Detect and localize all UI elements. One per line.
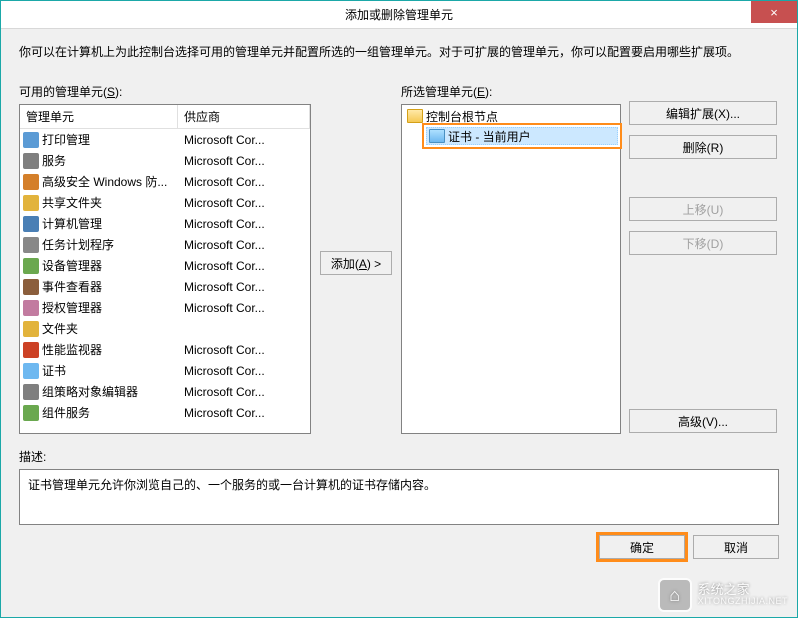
list-item-vendor: Microsoft Cor... <box>178 154 310 168</box>
list-item[interactable]: 服务Microsoft Cor... <box>20 150 310 171</box>
event-icon <box>23 279 39 295</box>
description-box: 证书管理单元允许你浏览自己的、一个服务的或一台计算机的证书存储内容。 <box>19 469 779 525</box>
list-item-name: 任务计划程序 <box>42 236 178 253</box>
list-item-name: 授权管理器 <box>42 299 178 316</box>
gpo-icon <box>23 384 39 400</box>
middle-column: 添加(A) > <box>319 83 393 275</box>
list-item-vendor: Microsoft Cor... <box>178 364 310 378</box>
description-section: 描述: 证书管理单元允许你浏览自己的、一个服务的或一台计算机的证书存储内容。 <box>19 448 779 525</box>
printer-icon <box>23 132 39 148</box>
header-vendor[interactable]: 供应商 <box>178 105 310 128</box>
list-item-vendor: Microsoft Cor... <box>178 196 310 210</box>
instruction-text: 你可以在计算机上为此控制台选择可用的管理单元并配置所选的一组管理单元。对于可扩展… <box>19 43 779 61</box>
titlebar: 添加或删除管理单元 × <box>1 1 797 29</box>
close-icon: × <box>770 5 778 20</box>
list-item[interactable]: 授权管理器Microsoft Cor... <box>20 297 310 318</box>
list-item-vendor: Microsoft Cor... <box>178 280 310 294</box>
perf-icon <box>23 342 39 358</box>
folder-icon <box>23 321 39 337</box>
folder-icon <box>407 109 423 123</box>
list-item-name: 事件查看器 <box>42 278 178 295</box>
add-button[interactable]: 添加(A) > <box>320 251 392 275</box>
list-item[interactable]: 组件服务Microsoft Cor... <box>20 402 310 423</box>
gear-icon <box>23 153 39 169</box>
window-title: 添加或删除管理单元 <box>1 6 797 23</box>
list-item[interactable]: 组策略对象编辑器Microsoft Cor... <box>20 381 310 402</box>
list-item-vendor: Microsoft Cor... <box>178 385 310 399</box>
list-item[interactable]: 设备管理器Microsoft Cor... <box>20 255 310 276</box>
close-button[interactable]: × <box>751 1 797 23</box>
list-item[interactable]: 证书Microsoft Cor... <box>20 360 310 381</box>
cert-icon <box>23 363 39 379</box>
auth-icon <box>23 300 39 316</box>
folder-share-icon <box>23 195 39 211</box>
list-item-name: 组件服务 <box>42 404 178 421</box>
selected-snapins-panel: 所选管理单元(E): 控制台根节点 证书 - 当前用户 <box>401 83 621 434</box>
main-area: 可用的管理单元(S): 管理单元 供应商 打印管理Microsoft Cor..… <box>19 83 779 434</box>
move-down-button[interactable]: 下移(D) <box>629 231 777 255</box>
advanced-button[interactable]: 高级(V)... <box>629 409 777 433</box>
list-item[interactable]: 事件查看器Microsoft Cor... <box>20 276 310 297</box>
list-item[interactable]: 共享文件夹Microsoft Cor... <box>20 192 310 213</box>
available-snapins-panel: 可用的管理单元(S): 管理单元 供应商 打印管理Microsoft Cor..… <box>19 83 311 434</box>
list-item[interactable]: 性能监视器Microsoft Cor... <box>20 339 310 360</box>
computer-icon <box>23 216 39 232</box>
selected-tree[interactable]: 控制台根节点 证书 - 当前用户 <box>401 104 621 434</box>
header-snapin[interactable]: 管理单元 <box>20 105 178 128</box>
list-item-vendor: Microsoft Cor... <box>178 343 310 357</box>
list-item-vendor: Microsoft Cor... <box>178 175 310 189</box>
list-item-vendor: Microsoft Cor... <box>178 259 310 273</box>
edit-extensions-button[interactable]: 编辑扩展(X)... <box>629 101 777 125</box>
list-item[interactable]: 打印管理Microsoft Cor... <box>20 129 310 150</box>
list-item[interactable]: 任务计划程序Microsoft Cor... <box>20 234 310 255</box>
cancel-button[interactable]: 取消 <box>693 535 779 559</box>
list-item-name: 设备管理器 <box>42 257 178 274</box>
list-item-name: 共享文件夹 <box>42 194 178 211</box>
dialog-content: 你可以在计算机上为此控制台选择可用的管理单元并配置所选的一组管理单元。对于可扩展… <box>1 29 797 617</box>
list-item-name: 计算机管理 <box>42 215 178 232</box>
list-item-name: 证书 <box>42 362 178 379</box>
dialog-buttons: 确定 取消 <box>19 535 779 559</box>
list-header[interactable]: 管理单元 供应商 <box>20 105 310 129</box>
list-item-name: 文件夹 <box>42 320 178 337</box>
shield-icon <box>23 174 39 190</box>
list-item-name: 性能监视器 <box>42 341 178 358</box>
dialog-window: 添加或删除管理单元 × 你可以在计算机上为此控制台选择可用的管理单元并配置所选的… <box>0 0 798 618</box>
list-item[interactable]: 文件夹 <box>20 318 310 339</box>
move-up-button[interactable]: 上移(U) <box>629 197 777 221</box>
list-body[interactable]: 打印管理Microsoft Cor...服务Microsoft Cor...高级… <box>20 129 310 433</box>
list-item-vendor: Microsoft Cor... <box>178 301 310 315</box>
side-buttons: 编辑扩展(X)... 删除(R) 上移(U) 下移(D) 高级(V)... <box>629 83 777 433</box>
list-item-vendor: Microsoft Cor... <box>178 406 310 420</box>
list-item-vendor: Microsoft Cor... <box>178 217 310 231</box>
component-icon <box>23 405 39 421</box>
clock-icon <box>23 237 39 253</box>
list-item-name: 组策略对象编辑器 <box>42 383 178 400</box>
list-item[interactable]: 高级安全 Windows 防...Microsoft Cor... <box>20 171 310 192</box>
available-snapins-list[interactable]: 管理单元 供应商 打印管理Microsoft Cor...服务Microsoft… <box>19 104 311 434</box>
tree-root-label: 控制台根节点 <box>426 108 498 125</box>
available-label: 可用的管理单元(S): <box>19 83 311 100</box>
tree-root-node[interactable]: 控制台根节点 <box>404 107 618 125</box>
list-item-name: 打印管理 <box>42 131 178 148</box>
list-item-name: 高级安全 Windows 防... <box>42 173 178 190</box>
remove-button[interactable]: 删除(R) <box>629 135 777 159</box>
cert-icon <box>429 129 445 143</box>
list-item-vendor: Microsoft Cor... <box>178 133 310 147</box>
device-icon <box>23 258 39 274</box>
list-item-vendor: Microsoft Cor... <box>178 238 310 252</box>
selected-label: 所选管理单元(E): <box>401 83 621 100</box>
list-item-name: 服务 <box>42 152 178 169</box>
tree-child-label: 证书 - 当前用户 <box>448 128 531 145</box>
list-item[interactable]: 计算机管理Microsoft Cor... <box>20 213 310 234</box>
tree-child-cert[interactable]: 证书 - 当前用户 <box>426 127 618 145</box>
ok-button[interactable]: 确定 <box>599 535 685 559</box>
description-label: 描述: <box>19 448 779 465</box>
